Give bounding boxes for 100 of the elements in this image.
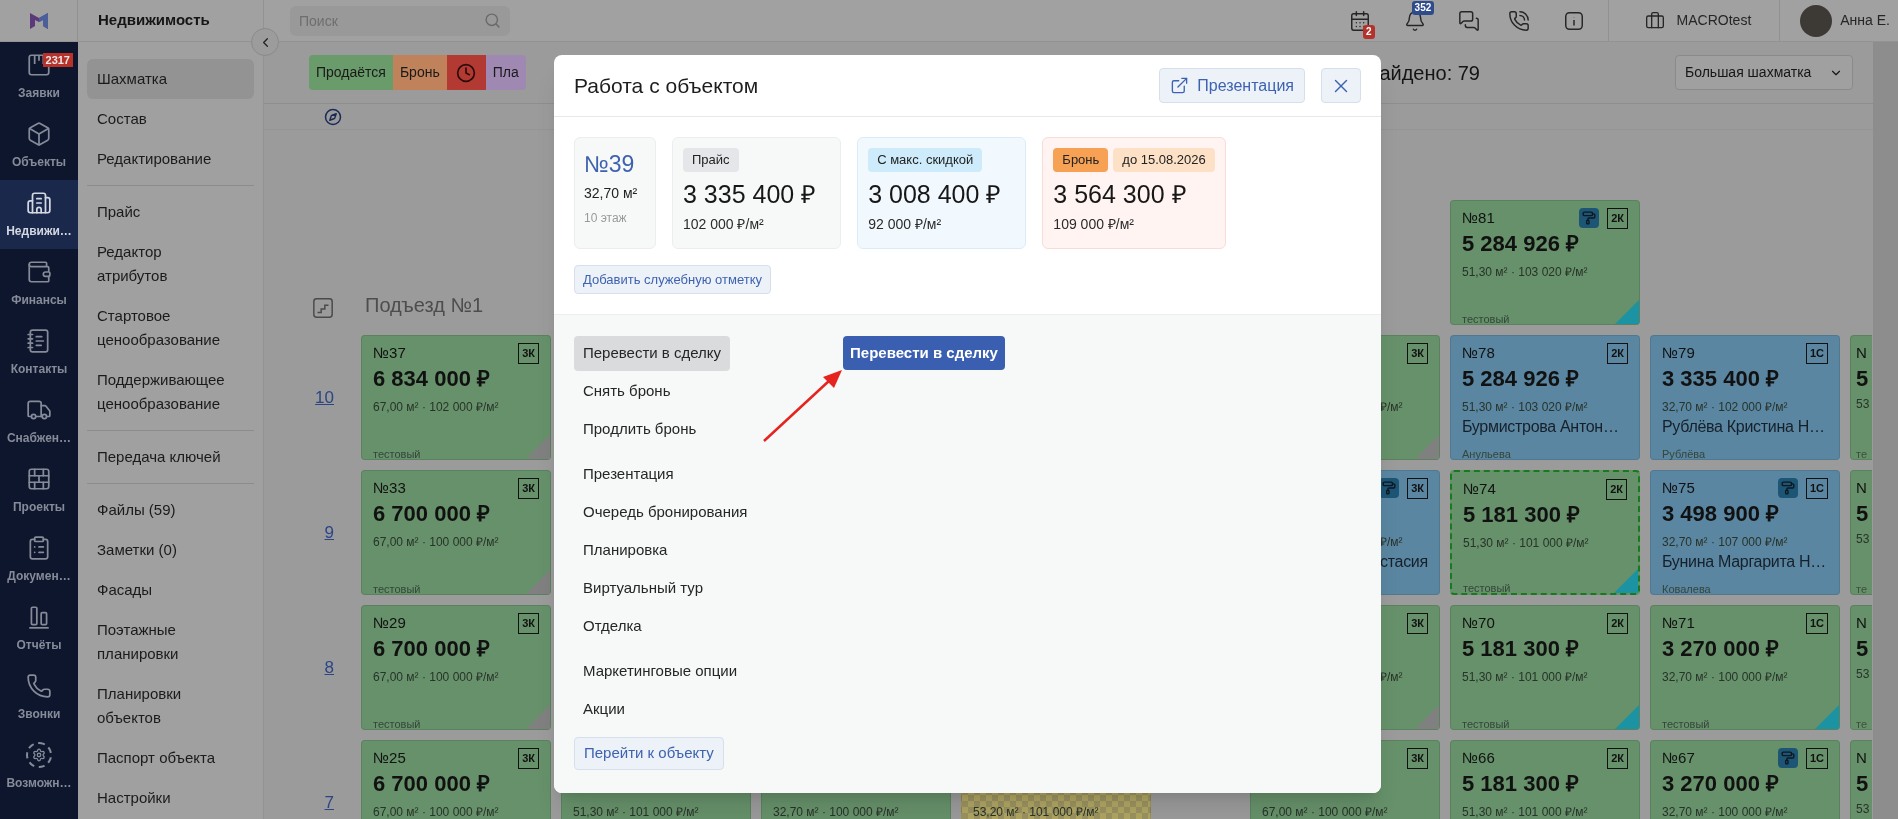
- nav-item[interactable]: Докумен…: [0, 525, 78, 594]
- floor-link[interactable]: 7: [324, 789, 334, 816]
- apartment-card[interactable]: №75 1С 3 498 900 ₽ 32,70 м² · 107 000 ₽/м² Бунина Маргарита Н… Ковалева: [1650, 470, 1840, 595]
- briefcase-icon: [1644, 10, 1665, 31]
- action-item[interactable]: Акции: [574, 692, 634, 727]
- apartment-card[interactable]: №25 3К 6 700 000 ₽ 67,00 м² · 100 000 ₽/м²: [361, 740, 551, 819]
- apartment-number: №37: [373, 342, 406, 363]
- info-icon[interactable]: [1562, 9, 1585, 32]
- notebook-icon: [26, 327, 52, 354]
- convert-to-deal-button[interactable]: Перевести в сделку: [843, 336, 1005, 370]
- building-icon: [26, 189, 52, 216]
- apartment-price: 6 700 000 ₽: [373, 771, 490, 796]
- floor-link[interactable]: 8: [324, 654, 334, 681]
- unit-number: №39: [584, 150, 636, 178]
- manager-name: тестовый: [1462, 718, 1510, 730]
- apartment-card[interactable]: №37 3К 6 834 000 ₽ 67,00 м² · 102 000 ₽/м² тестовый: [361, 335, 551, 460]
- sidebar-item[interactable]: Паспорт объекта: [87, 738, 254, 778]
- apartment-card[interactable]: №70 2К 5 181 300 ₽ 51,30 м² · 101 000 ₽/м² тестовый: [1450, 605, 1640, 730]
- apartment-card[interactable]: №71 1С 3 270 000 ₽ 32,70 м² · 100 000 ₽/м² тестовый: [1650, 605, 1840, 730]
- status-filter-chip[interactable]: Бронь: [392, 55, 447, 90]
- apartment-card[interactable]: N 5 53 те: [1850, 605, 1872, 730]
- nav-item[interactable]: Заявки 2317: [0, 42, 78, 111]
- scrollbar[interactable]: [1873, 42, 1898, 819]
- sidebar-item[interactable]: Шахматка: [87, 59, 254, 99]
- room-type-badge: 1С: [1805, 747, 1828, 769]
- apartment-area: 51,30 м² · 101 000 ₽/м²: [1463, 536, 1589, 550]
- compass-icon[interactable]: [324, 107, 342, 126]
- apartment-card[interactable]: N 5 53 те: [1850, 335, 1872, 460]
- nav-item[interactable]: Снабжен…: [0, 387, 78, 456]
- open-object-button[interactable]: Перейти к объекту: [574, 737, 724, 770]
- apartment-card[interactable]: №74 2К 5 181 300 ₽ 51,30 м² · 101 000 ₽/м² тестовый: [1450, 470, 1640, 595]
- action-item[interactable]: Планировка: [574, 533, 677, 568]
- user-name[interactable]: Анна Е.: [1840, 10, 1890, 31]
- phone-call-icon[interactable]: [1507, 9, 1530, 32]
- action-item[interactable]: Виртуальный тур: [574, 571, 712, 606]
- status-filter-chip[interactable]: Продаётся: [309, 55, 393, 90]
- action-item[interactable]: Презентация: [574, 457, 683, 492]
- apartment-number: N: [1856, 343, 1868, 363]
- sidebar-item[interactable]: Фасады: [87, 570, 254, 610]
- sidebar-item[interactable]: Поэтажные планировки: [87, 610, 254, 674]
- apartment-card[interactable]: №67 1С 3 270 000 ₽ 32,70 м² · 100 000 ₽/м²: [1650, 740, 1840, 819]
- sidebar-item[interactable]: Редактор атрибутов: [87, 232, 254, 296]
- sidebar-item[interactable]: Состав: [87, 99, 254, 139]
- chat-icon[interactable]: [1457, 9, 1480, 32]
- apartment-card[interactable]: №78 2К 5 284 926 ₽ 51,30 м² · 103 020 ₽/м² Бурмистрова Антон… Анульева: [1450, 335, 1640, 460]
- action-item[interactable]: Маркетинговые опции: [574, 654, 746, 689]
- sidebar-item[interactable]: Передача ключей: [87, 437, 254, 477]
- stairs-icon[interactable]: [312, 297, 334, 319]
- action-item[interactable]: Отделка: [574, 609, 651, 644]
- apartment-card[interactable]: №33 3К 6 700 000 ₽ 67,00 м² · 100 000 ₽/м² тестовый: [361, 470, 551, 595]
- apartment-card[interactable]: №81 2К 5 284 926 ₽ 51,30 м² · 103 020 ₽/м² тестовый: [1450, 200, 1640, 325]
- sidebar-item[interactable]: Файлы (59): [87, 490, 254, 530]
- sidebar-item[interactable]: Настройки: [87, 778, 254, 818]
- clipboard-icon: [26, 534, 52, 561]
- room-type-badge: 3К: [1407, 342, 1428, 364]
- sidebar-item[interactable]: Прайс: [87, 192, 254, 232]
- nav-item[interactable]: Финансы: [0, 249, 78, 318]
- status-filter-chip[interactable]: [446, 55, 486, 90]
- apartment-card[interactable]: N 5 53 те: [1850, 470, 1872, 595]
- client-name: Бунина Маргарита Н…: [1662, 553, 1826, 570]
- apartment-area: 32,70 м² · 107 000 ₽/м²: [1662, 535, 1788, 549]
- bell-icon[interactable]: [1403, 9, 1426, 32]
- user-avatar[interactable]: [1800, 4, 1833, 37]
- apartment-area: 51,30 м² · 101 000 ₽/м²: [1462, 670, 1588, 684]
- nav-item[interactable]: Объекты: [0, 111, 78, 180]
- nav-item[interactable]: Недвижи…: [0, 180, 78, 249]
- sidebar-item[interactable]: Поддерживающее ценообразование: [87, 360, 254, 424]
- brick-wall-icon: [26, 465, 52, 492]
- sidebar-item[interactable]: Планировки объектов: [87, 674, 254, 738]
- nav-item[interactable]: Возможн…: [0, 732, 78, 801]
- sidebar-item[interactable]: Заметки (0): [87, 530, 254, 570]
- action-item[interactable]: Снять бронь: [574, 374, 680, 409]
- action-item[interactable]: Перевести в сделку: [574, 336, 731, 371]
- manager-name: те: [1856, 448, 1868, 460]
- apartment-card[interactable]: N 5 53: [1850, 740, 1872, 819]
- apartment-number: №70: [1462, 612, 1495, 633]
- view-select[interactable]: Большая шахматка: [1675, 55, 1853, 90]
- floor-link[interactable]: 9: [324, 519, 334, 546]
- add-note-button[interactable]: Добавить служебную отметку: [574, 265, 771, 294]
- unit-area: 32,70 м²: [584, 183, 646, 204]
- apartment-number: №75: [1662, 477, 1695, 498]
- status-filter-chip[interactable]: Пла: [485, 55, 526, 90]
- apartment-price: 5 181 300 ₽: [1462, 771, 1579, 796]
- unit-floor: 10 этаж: [584, 210, 628, 227]
- nav-item[interactable]: Проекты: [0, 456, 78, 525]
- action-item[interactable]: Продлить бронь: [574, 412, 706, 447]
- apartment-card[interactable]: №66 2К 5 181 300 ₽ 51,30 м² · 101 000 ₽/м²: [1450, 740, 1640, 819]
- apartment-card[interactable]: №79 1С 3 335 400 ₽ 32,70 м² · 102 000 ₽/м² Рублёва Кристина Н… Рублёва: [1650, 335, 1840, 460]
- company-name[interactable]: MACROtest: [1676, 10, 1752, 31]
- apartment-card[interactable]: №29 3К 6 700 000 ₽ 67,00 м² · 100 000 ₽/м² тестовый: [361, 605, 551, 730]
- nav-item[interactable]: Контакты: [0, 318, 78, 387]
- presentation-button[interactable]: Презентация: [1159, 68, 1305, 103]
- action-item[interactable]: Очередь бронирования: [574, 495, 757, 530]
- floor-link[interactable]: 10: [315, 384, 334, 411]
- apartment-price: 5 181 300 ₽: [1462, 636, 1579, 661]
- sidebar-item[interactable]: Стартовое ценообразование: [87, 296, 254, 360]
- nav-item[interactable]: Звонки: [0, 663, 78, 732]
- apartment-area: 67,00 м² · 100 000 ₽/м²: [1262, 805, 1388, 819]
- nav-item[interactable]: Отчёты: [0, 594, 78, 663]
- sidebar-item[interactable]: Редактирование: [87, 139, 254, 179]
